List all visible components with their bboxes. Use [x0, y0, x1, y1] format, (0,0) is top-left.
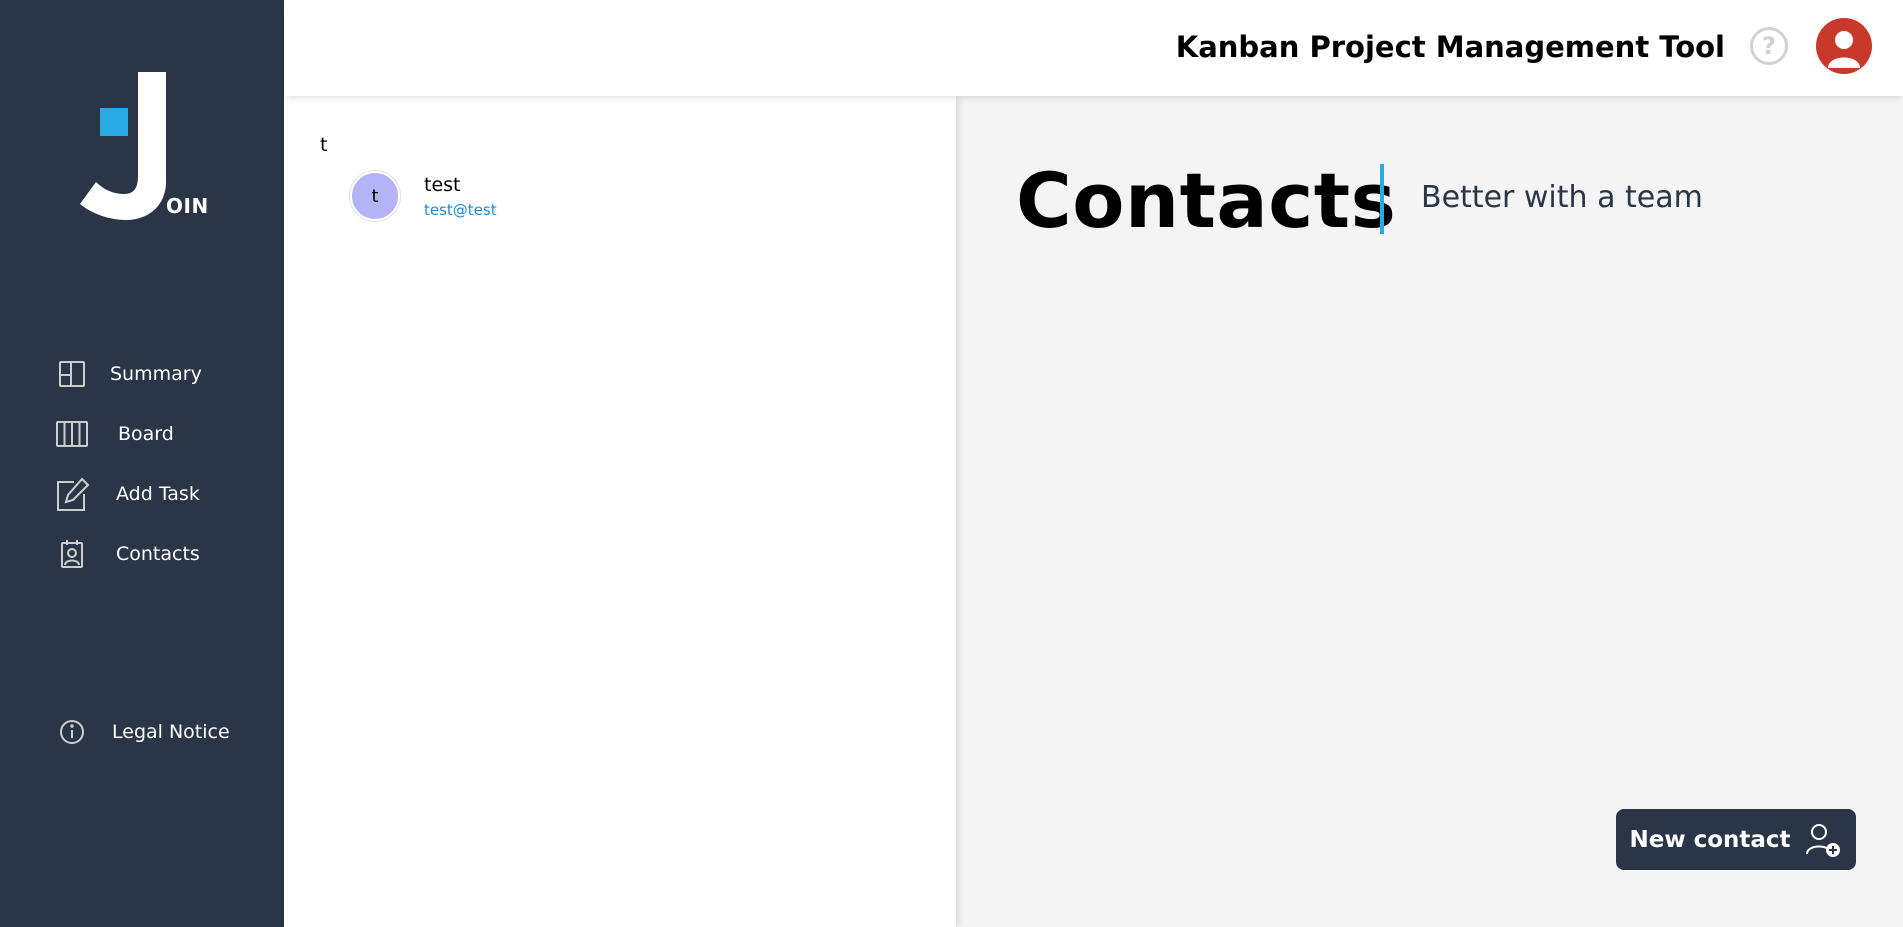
help-button[interactable]: ?	[1750, 27, 1788, 65]
contact-info: test test@test	[424, 174, 497, 219]
top-header: Kanban Project Management Tool ?	[284, 0, 1903, 96]
contact-name: test	[424, 173, 461, 196]
user-avatar-icon	[1828, 31, 1860, 68]
add-person-icon	[1803, 820, 1843, 860]
sidebar: OIN Summary Board Add Task Contacts Lega…	[0, 0, 284, 927]
sidebar-item-label: Legal Notice	[112, 721, 230, 743]
contact-list: t t test test@test	[284, 96, 956, 927]
sidebar-item-contacts[interactable]: Contacts	[54, 534, 254, 574]
contact-email: test@test	[424, 200, 497, 219]
sidebar-item-board[interactable]: Board	[54, 414, 254, 454]
sidebar-item-label: Add Task	[116, 483, 200, 505]
sidebar-item-summary[interactable]: Summary	[54, 354, 254, 394]
sidebar-item-legal-notice[interactable]: Legal Notice	[54, 712, 254, 752]
contact-detail-panel: Contacts Better with a team New contact	[956, 96, 1903, 927]
contact-initial-avatar: t	[350, 171, 400, 221]
title-divider	[1380, 164, 1384, 234]
info-icon	[54, 714, 90, 750]
sidebar-item-label: Board	[118, 423, 174, 445]
sidebar-item-label: Contacts	[116, 543, 200, 565]
contacts-icon	[54, 536, 90, 572]
summary-icon	[54, 356, 90, 392]
user-avatar-button[interactable]	[1816, 18, 1872, 74]
page-title: Contacts	[1016, 156, 1397, 245]
app-title: Kanban Project Management Tool	[1175, 30, 1725, 64]
app-root: OIN Summary Board Add Task Contacts Lega…	[0, 0, 1903, 927]
contact-group-letter: t	[320, 134, 328, 156]
sidebar-item-label: Summary	[110, 363, 202, 385]
logo-text: OIN	[166, 194, 209, 218]
question-mark-circle-icon: ?	[1762, 32, 1776, 60]
join-logo[interactable]: OIN	[78, 70, 208, 220]
new-contact-button[interactable]: New contact	[1616, 809, 1856, 870]
new-contact-label: New contact	[1629, 826, 1791, 853]
edit-icon	[54, 476, 90, 512]
board-icon	[54, 416, 90, 452]
contact-list-item[interactable]: t test test@test	[344, 168, 904, 224]
page-subtitle: Better with a team	[1421, 180, 1703, 215]
sidebar-item-add-task[interactable]: Add Task	[54, 474, 254, 514]
